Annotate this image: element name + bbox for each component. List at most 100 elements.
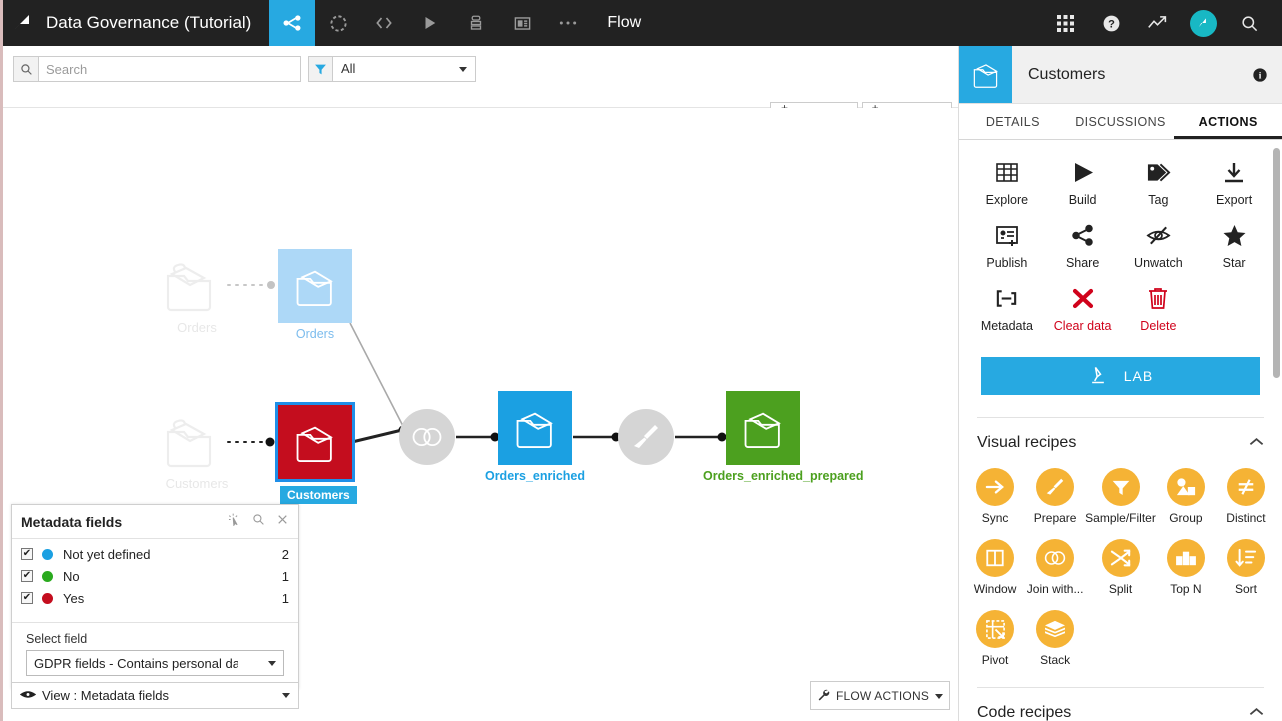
tab-discussions[interactable]: DISCUSSIONS xyxy=(1067,104,1175,139)
tab-details[interactable]: DETAILS xyxy=(959,104,1067,139)
search-input[interactable] xyxy=(39,57,300,81)
filter-select[interactable]: All xyxy=(308,56,476,82)
flow-node-source-customers[interactable]: Customers xyxy=(160,404,228,477)
top-navigation-bar: Data Governance (Tutorial) Flow xyxy=(0,0,1282,46)
right-panel-header: Customers i xyxy=(959,46,1282,104)
search-icon xyxy=(14,57,39,81)
nav-jobs-icon[interactable] xyxy=(407,0,453,46)
select-field-dropdown[interactable]: GDPR fields - Contains personal data xyxy=(26,650,284,676)
recipe-prepare[interactable]: Prepare xyxy=(1025,462,1085,533)
status-dot xyxy=(42,571,53,582)
action-publish[interactable]: Publish xyxy=(969,217,1045,280)
code-recipes-header[interactable]: Code recipes xyxy=(977,687,1264,721)
activity-icon[interactable] xyxy=(1134,0,1180,46)
action-label: Metadata xyxy=(981,319,1033,333)
nav-automation-icon[interactable] xyxy=(453,0,499,46)
action-clear-data[interactable]: Clear data xyxy=(1045,280,1121,343)
recipe-split[interactable]: Split xyxy=(1085,533,1156,604)
action-share[interactable]: Share xyxy=(1045,217,1121,280)
action-export[interactable]: Export xyxy=(1196,154,1272,217)
tab-actions[interactable]: ACTIONS xyxy=(1174,104,1282,139)
funnel-icon xyxy=(1102,468,1140,506)
recipe-sync[interactable]: Sync xyxy=(965,462,1025,533)
project-title[interactable]: Data Governance (Tutorial) xyxy=(46,13,269,33)
action-delete[interactable]: Delete xyxy=(1121,280,1197,343)
recipe-sample-filter[interactable]: Sample/Filter xyxy=(1085,462,1156,533)
action-build[interactable]: Build xyxy=(1045,154,1121,217)
action-label: Tag xyxy=(1148,193,1168,207)
arrow-right-icon xyxy=(976,468,1014,506)
recipe-stack[interactable]: Stack xyxy=(1025,604,1085,675)
highlight-icon[interactable] xyxy=(228,513,241,531)
search-icon[interactable] xyxy=(252,513,265,531)
user-avatar[interactable] xyxy=(1180,0,1226,46)
search-icon[interactable] xyxy=(1226,0,1272,46)
flow-node-recipe-join[interactable] xyxy=(399,409,455,465)
action-tag[interactable]: Tag xyxy=(1121,154,1197,217)
nav-flow-zones-icon[interactable] xyxy=(315,0,361,46)
flow-node-source-orders[interactable]: Orders xyxy=(160,248,228,321)
help-icon[interactable]: ? xyxy=(1088,0,1134,46)
action-star[interactable]: Star xyxy=(1196,217,1272,280)
metadata-row-checkbox[interactable]: ✔ xyxy=(21,592,33,604)
recipe-join-with[interactable]: Join with... xyxy=(1025,533,1085,604)
lab-button[interactable]: LAB xyxy=(981,357,1260,395)
recipe-window[interactable]: Window xyxy=(965,533,1025,604)
recipe-pivot[interactable]: Pivot xyxy=(965,604,1025,675)
share-icon xyxy=(1071,224,1095,250)
metadata-panel-title: Metadata fields xyxy=(21,514,122,530)
metadata-row-checkbox[interactable]: ✔ xyxy=(21,570,33,582)
recipe-group[interactable]: Group xyxy=(1156,462,1216,533)
action-explore[interactable]: Explore xyxy=(969,154,1045,217)
nav-code-icon[interactable] xyxy=(361,0,407,46)
action-metadata[interactable]: Metadata xyxy=(969,280,1045,343)
nav-dashboard-icon[interactable] xyxy=(499,0,545,46)
select-field-value: GDPR fields - Contains personal data xyxy=(34,656,238,671)
visual-recipes-header[interactable]: Visual recipes xyxy=(977,417,1264,452)
flow-node-dataset-orders[interactable]: Orders xyxy=(278,249,352,323)
dataiku-logo-icon[interactable] xyxy=(0,0,46,46)
pivot-icon xyxy=(976,610,1014,648)
wrench-icon xyxy=(817,688,830,704)
apps-grid-icon[interactable] xyxy=(1042,0,1088,46)
chevron-up-icon[interactable] xyxy=(1249,704,1264,721)
metadata-row[interactable]: ✔ Yes 1 xyxy=(12,587,298,609)
info-icon[interactable]: i xyxy=(1252,46,1282,103)
metadata-row-checkbox[interactable]: ✔ xyxy=(21,548,33,560)
close-icon[interactable] xyxy=(276,513,289,531)
recipe-top-n[interactable]: Top N xyxy=(1156,533,1216,604)
broom-icon xyxy=(1036,468,1074,506)
metadata-row[interactable]: ✔ No 1 xyxy=(12,565,298,587)
action-unwatch[interactable]: Unwatch xyxy=(1121,217,1197,280)
chevron-down-icon xyxy=(459,67,467,72)
metadata-row-count: 1 xyxy=(282,591,289,606)
right-panel-scrollbar[interactable] xyxy=(1273,148,1280,378)
view-selector[interactable]: View : Metadata fields xyxy=(11,682,299,709)
status-dot xyxy=(42,593,53,604)
broom-icon xyxy=(618,409,674,465)
search-box[interactable] xyxy=(13,56,301,82)
flow-node-dataset-orders-enriched-prepared[interactable]: Orders_enriched_prepared xyxy=(726,391,800,465)
chevron-up-icon[interactable] xyxy=(1249,434,1264,452)
right-panel-tabs: DETAILS DISCUSSIONS ACTIONS xyxy=(959,104,1282,140)
status-dot xyxy=(42,549,53,560)
svg-text:?: ? xyxy=(1108,18,1115,30)
recipe-distinct[interactable]: Distinct xyxy=(1216,462,1276,533)
flow-node-recipe-prepare[interactable] xyxy=(618,409,674,465)
nav-flow-icon[interactable] xyxy=(269,0,315,46)
flow-node-label: Customers xyxy=(117,476,277,491)
actions-grid: Explore Build Tag Export xyxy=(959,140,1282,349)
publish-icon xyxy=(995,224,1019,250)
metadata-row[interactable]: ✔ Not yet defined 2 xyxy=(12,543,298,565)
recipe-label: Stack xyxy=(1040,653,1070,667)
recipe-label: Pivot xyxy=(982,653,1009,667)
sort-icon xyxy=(1227,539,1265,577)
flow-node-dataset-orders-enriched[interactable]: Orders_enriched xyxy=(498,391,572,465)
recipe-sort[interactable]: Sort xyxy=(1216,533,1276,604)
nav-more-icon[interactable] xyxy=(545,0,591,46)
metadata-row-label: Not yet defined xyxy=(63,547,150,562)
metadata-icon xyxy=(994,287,1019,313)
venn-icon xyxy=(399,409,455,465)
flow-actions-button[interactable]: FLOW ACTIONS xyxy=(810,681,950,710)
flow-node-dataset-customers[interactable]: Customers xyxy=(275,402,355,482)
